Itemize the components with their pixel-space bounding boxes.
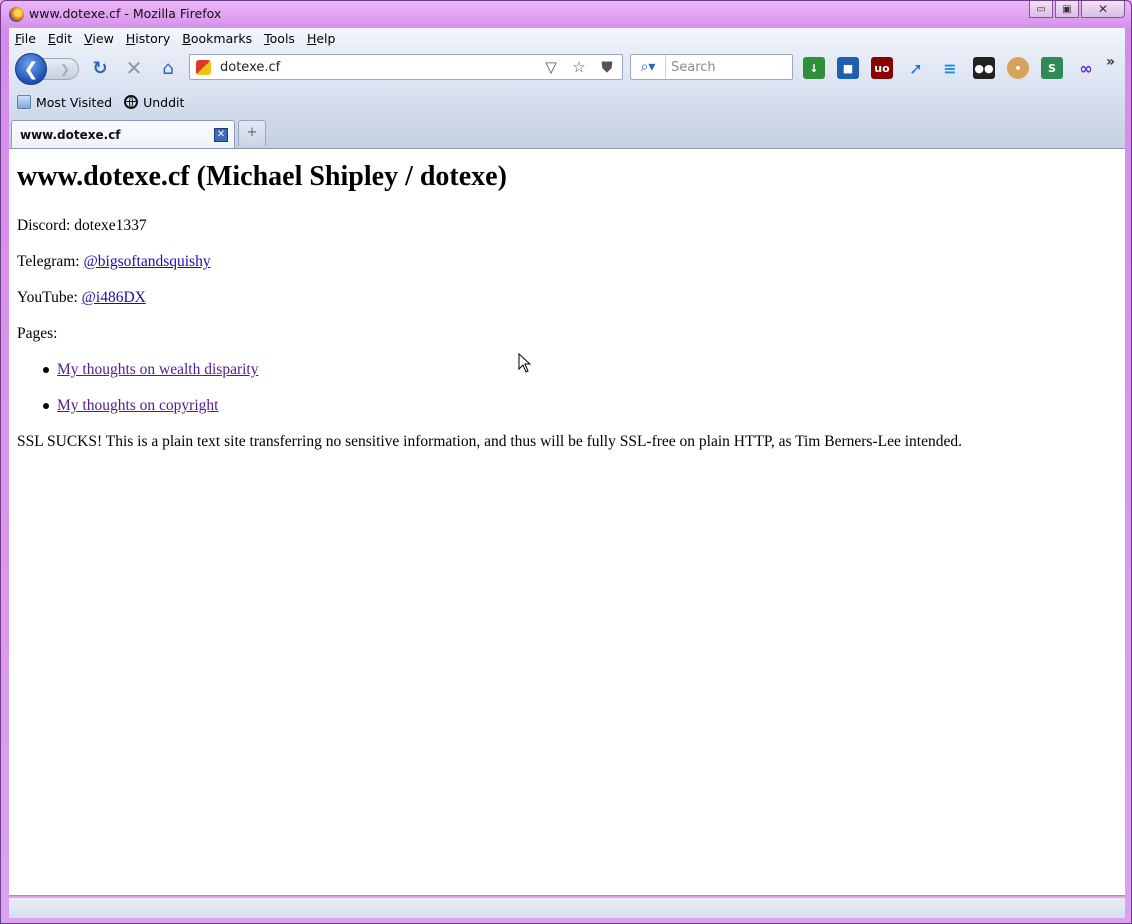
ublock-icon[interactable]: uo — [871, 57, 893, 79]
back-button[interactable]: ❮ — [15, 53, 47, 85]
forward-arrow-icon: ❯ — [59, 62, 71, 76]
stop-button[interactable]: ✕ — [123, 56, 145, 80]
close-tab-icon[interactable]: ✕ — [214, 128, 228, 142]
copyright-link[interactable]: My thoughts on copyright — [57, 397, 218, 414]
title-bar: www.dotexe.cf - Mozilla Firefox ▭ ▣ ✕ — [1, 1, 1131, 27]
browser-window: www.dotexe.cf - Mozilla Firefox ▭ ▣ ✕ Fi… — [0, 0, 1132, 924]
list-bullet — [43, 367, 49, 373]
youtube-label: YouTube: — [17, 289, 78, 306]
site-identity-icon[interactable] — [196, 60, 211, 75]
window-title: www.dotexe.cf - Mozilla Firefox — [29, 6, 222, 21]
window-controls: ▭ ▣ ✕ — [1029, 1, 1125, 18]
arrow-extension-icon[interactable]: ➚ — [905, 57, 927, 79]
globe-icon — [124, 95, 139, 109]
search-icon: ⌕▾ — [640, 59, 656, 75]
tab-active[interactable]: www.dotexe.cf ✕ — [11, 120, 235, 148]
youtube-link[interactable]: @i486DX — [82, 289, 146, 306]
new-tab-button[interactable]: + — [238, 120, 266, 146]
discord-label: Discord: — [17, 217, 71, 234]
telegram-label: Telegram: — [17, 253, 80, 270]
list-item: My thoughts on wealth disparity — [57, 361, 259, 379]
close-window-button[interactable]: ✕ — [1081, 1, 1125, 18]
search-input[interactable]: Search — [671, 60, 716, 75]
page-content: www.dotexe.cf (Michael Shipley / dotexe)… — [9, 148, 1125, 896]
menu-view[interactable]: View — [78, 31, 120, 46]
overflow-chevron-icon[interactable]: » — [1106, 54, 1115, 70]
navigation-toolbar: ❯ ❮ ↻ ✕ ⌂ dotexe.cf ▽ ☆ ⛊ ⌕▾ Search ↓ ■ … — [9, 48, 1125, 88]
menu-file[interactable]: File — [9, 31, 42, 46]
bookmark-star-icon[interactable]: ☆ — [570, 58, 588, 76]
discord-value: dotexe1337 — [74, 217, 147, 234]
cookie-icon[interactable]: • — [1007, 57, 1029, 79]
telegram-line: Telegram: @bigsoftandsquishy — [17, 253, 211, 271]
link-extension-icon[interactable]: ∞ — [1075, 57, 1097, 79]
tampermonkey-icon[interactable]: ●● — [973, 57, 995, 79]
pocket-icon[interactable]: ▽ — [542, 58, 560, 76]
bookmark-most-visited[interactable]: Most Visited — [17, 95, 112, 110]
tab-title: www.dotexe.cf — [20, 128, 121, 142]
search-bar[interactable]: ⌕▾ Search — [630, 54, 793, 80]
menu-bar: File Edit View History Bookmarks Tools H… — [9, 28, 1125, 48]
url-bar-actions: ▽ ☆ ⛊ — [542, 58, 616, 76]
menu-edit[interactable]: Edit — [42, 31, 78, 46]
reload-button[interactable]: ↻ — [89, 57, 111, 79]
maximize-button[interactable]: ▣ — [1055, 1, 1079, 18]
mouse-cursor-icon — [518, 353, 532, 373]
bookmark-label: Most Visited — [36, 94, 113, 110]
firefox-logo-icon — [9, 7, 24, 22]
pocket-like-icon[interactable]: ■ — [837, 57, 859, 79]
most-visited-icon — [17, 95, 31, 109]
bookmark-unddit[interactable]: Unddit — [124, 95, 184, 110]
search-engine-selector[interactable]: ⌕▾ — [631, 55, 666, 79]
menu-bookmarks[interactable]: Bookmarks — [176, 31, 258, 46]
menu-help[interactable]: Help — [301, 31, 342, 46]
bookmarks-toolbar: Most Visited Unddit — [9, 88, 1125, 116]
list-item: My thoughts on copyright — [57, 397, 218, 415]
extension-icons: ↓ ■ uo ➚ ≡ ●● • S ∞ — [803, 57, 1097, 79]
list-bullet — [43, 403, 49, 409]
lines-extension-icon[interactable]: ≡ — [939, 57, 961, 79]
stop-icon: ✕ — [125, 56, 143, 80]
youtube-line: YouTube: @i486DX — [17, 289, 146, 307]
wealth-disparity-link[interactable]: My thoughts on wealth disparity — [57, 361, 259, 378]
discord-line: Discord: dotexe1337 — [17, 217, 147, 235]
home-button[interactable]: ⌂ — [157, 57, 179, 79]
forward-button[interactable]: ❯ — [43, 58, 79, 80]
ssl-note: SSL SUCKS! This is a plain text site tra… — [17, 433, 962, 450]
minimize-button[interactable]: ▭ — [1029, 1, 1053, 18]
page-title: www.dotexe.cf (Michael Shipley / dotexe) — [17, 161, 507, 192]
home-icon: ⌂ — [162, 57, 174, 79]
reload-icon: ↻ — [92, 57, 108, 79]
status-bar — [9, 897, 1125, 918]
shield-icon[interactable]: ⛊ — [598, 58, 616, 76]
menu-history[interactable]: History — [120, 31, 176, 46]
download-icon[interactable]: ↓ — [803, 57, 825, 79]
telegram-link[interactable]: @bigsoftandsquishy — [83, 253, 210, 270]
menu-tools[interactable]: Tools — [258, 31, 301, 46]
url-bar[interactable]: dotexe.cf ▽ ☆ ⛊ — [189, 54, 623, 80]
pages-label: Pages: — [17, 325, 58, 342]
s-extension-icon[interactable]: S — [1041, 57, 1063, 79]
bookmark-label: Unddit — [143, 94, 185, 110]
url-text[interactable]: dotexe.cf — [220, 60, 280, 75]
back-arrow-icon: ❮ — [23, 58, 39, 80]
tab-strip: www.dotexe.cf ✕ + — [9, 116, 1125, 148]
